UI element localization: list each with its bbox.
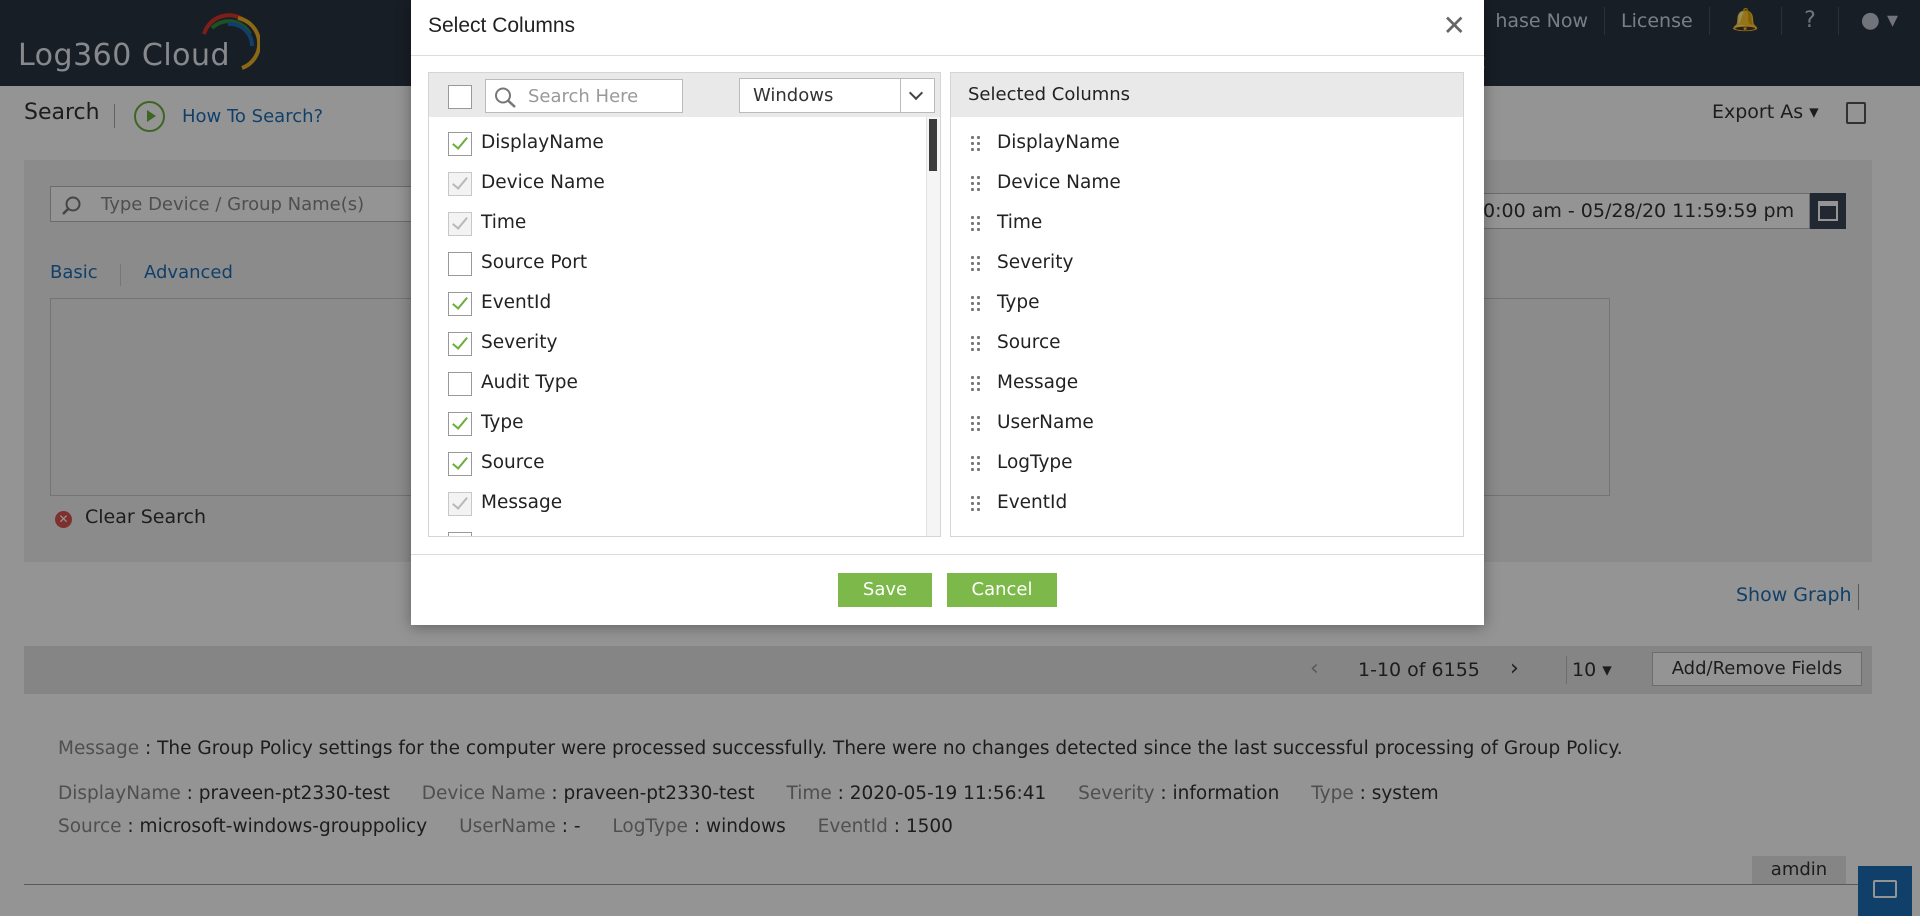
column-checkbox[interactable] xyxy=(448,252,472,276)
column-label: Severity xyxy=(481,332,558,353)
scrollbar[interactable] xyxy=(926,117,940,536)
selected-column-label: Type xyxy=(997,292,1040,313)
scrollbar-thumb[interactable] xyxy=(929,119,937,171)
column-label: Time xyxy=(481,212,527,233)
column-checkbox[interactable] xyxy=(448,372,472,396)
available-columns-list: DisplayName Device Name Time Source Port Eve… xyxy=(429,117,926,536)
column-label: Type xyxy=(481,412,524,433)
chevron-down-icon xyxy=(908,85,924,101)
selected-column-item[interactable]: EventId xyxy=(951,483,1463,523)
column-checkbox[interactable] xyxy=(448,452,472,476)
selected-column-item[interactable]: DisplayName xyxy=(951,123,1463,163)
drag-handle-icon[interactable] xyxy=(971,456,983,472)
selected-column-label: Severity xyxy=(997,252,1074,273)
column-label: Source Port xyxy=(481,252,588,273)
selected-column-label: DisplayName xyxy=(997,132,1120,153)
available-columns-panel: Search Here Windows DisplayName Device Na… xyxy=(428,72,941,537)
selected-column-item[interactable]: LogType xyxy=(951,443,1463,483)
log-type-value: Windows xyxy=(753,85,834,106)
column-checkbox xyxy=(448,212,472,236)
available-column-item[interactable]: Source xyxy=(429,443,926,483)
available-column-item[interactable]: Message xyxy=(429,483,926,523)
column-label: Device Name xyxy=(481,172,605,193)
column-label: Source xyxy=(481,452,545,473)
drag-handle-icon[interactable] xyxy=(971,336,983,352)
log-type-select[interactable]: Windows xyxy=(739,78,935,113)
drag-handle-icon[interactable] xyxy=(971,416,983,432)
selected-column-item[interactable]: Severity xyxy=(951,243,1463,283)
column-checkbox xyxy=(448,492,472,516)
drag-handle-icon[interactable] xyxy=(971,296,983,312)
column-checkbox[interactable] xyxy=(448,132,472,156)
column-checkbox xyxy=(448,172,472,196)
available-column-item[interactable]: Source Port xyxy=(429,243,926,283)
available-columns-toolbar: Search Here Windows xyxy=(429,73,940,117)
select-all-checkbox[interactable] xyxy=(448,85,472,109)
cancel-button[interactable]: Cancel xyxy=(947,573,1057,607)
available-column-item[interactable]: Time xyxy=(429,203,926,243)
selected-columns-panel: Selected Columns DisplayName Device Name T… xyxy=(950,72,1464,537)
available-column-item[interactable]: Device Name xyxy=(429,163,926,203)
column-checkbox[interactable] xyxy=(448,412,472,436)
column-label: EventId xyxy=(481,292,552,313)
dialog-title: Select Columns xyxy=(428,14,576,37)
close-icon[interactable]: ✕ xyxy=(1443,12,1466,40)
selected-columns-title: Selected Columns xyxy=(968,84,1131,105)
selected-column-label: EventId xyxy=(997,492,1068,513)
column-label: Audit Type xyxy=(481,372,578,393)
selected-column-item[interactable]: Time xyxy=(951,203,1463,243)
selected-column-label: Time xyxy=(997,212,1043,233)
available-column-item[interactable]: Audit Type xyxy=(429,363,926,403)
drag-handle-icon[interactable] xyxy=(971,256,983,272)
drag-handle-icon[interactable] xyxy=(971,216,983,232)
dialog-footer-divider xyxy=(411,554,1484,555)
save-button[interactable]: Save xyxy=(838,573,932,607)
search-icon xyxy=(495,87,516,108)
selected-column-item[interactable]: UserName xyxy=(951,403,1463,443)
selected-column-item[interactable]: Type xyxy=(951,283,1463,323)
drag-handle-icon[interactable] xyxy=(971,496,983,512)
available-column-item[interactable]: DisplayName xyxy=(429,123,926,163)
available-column-item[interactable]: Severity xyxy=(429,323,926,363)
column-search-input[interactable]: Search Here xyxy=(485,79,683,113)
column-label: DisplayName xyxy=(481,132,604,153)
select-columns-dialog: Select Columns ✕ Search Here Windows Dis… xyxy=(411,0,1484,625)
selected-column-label: Device Name xyxy=(997,172,1121,193)
available-column-item[interactable]: EventId xyxy=(429,283,926,323)
selected-column-item[interactable]: Source xyxy=(951,323,1463,363)
selected-column-label: Message xyxy=(997,372,1079,393)
selected-column-label: Source xyxy=(997,332,1061,353)
dialog-header: Select Columns ✕ xyxy=(411,0,1484,56)
available-column-item[interactable]: Type xyxy=(429,403,926,443)
column-label: Message xyxy=(481,492,563,513)
column-checkbox[interactable] xyxy=(448,292,472,316)
drag-handle-icon[interactable] xyxy=(971,176,983,192)
selected-column-item[interactable]: Message xyxy=(951,363,1463,403)
column-checkbox[interactable] xyxy=(448,332,472,356)
selected-column-label: UserName xyxy=(997,412,1094,433)
search-placeholder: Search Here xyxy=(528,86,639,107)
column-checkbox[interactable] xyxy=(448,532,472,536)
selected-column-item[interactable]: Device Name xyxy=(951,163,1463,203)
divider xyxy=(900,79,901,112)
selected-columns-header: Selected Columns xyxy=(951,73,1463,117)
selected-column-label: LogType xyxy=(997,452,1073,473)
drag-handle-icon[interactable] xyxy=(971,376,983,392)
drag-handle-icon[interactable] xyxy=(971,136,983,152)
